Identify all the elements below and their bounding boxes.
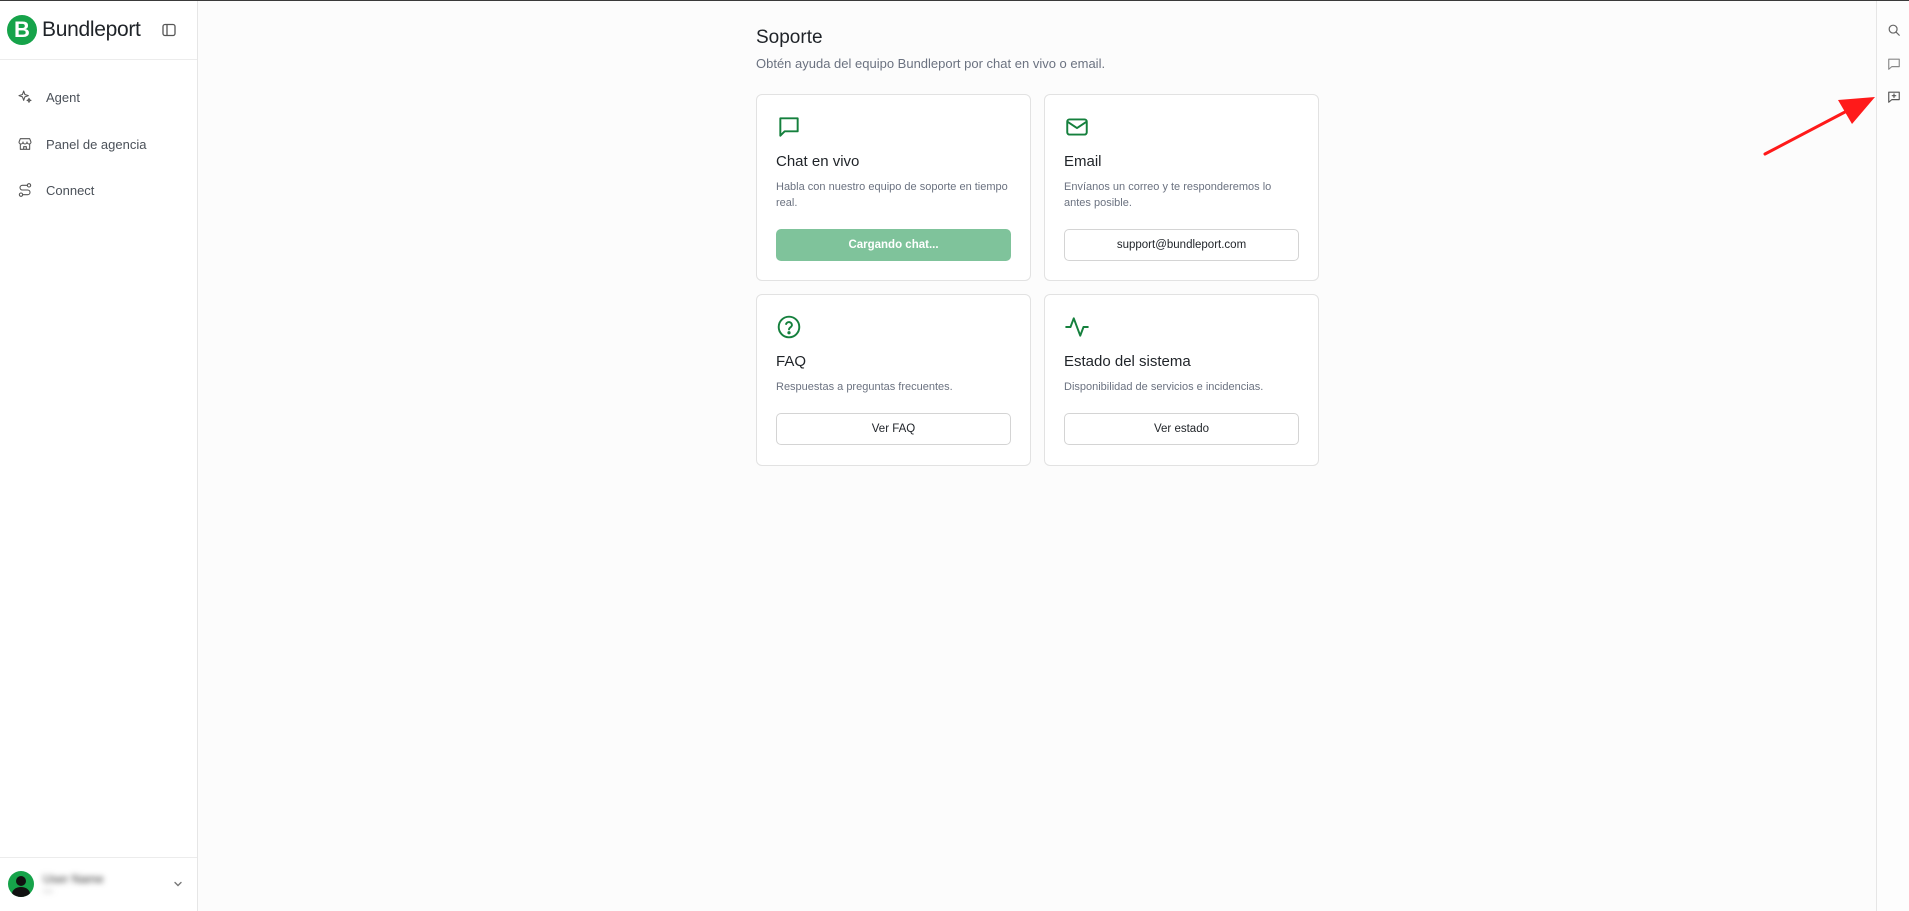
chevron-down-icon[interactable] [172,878,184,890]
sidebar-item-connect[interactable]: Connect [8,173,188,207]
card-system-status: Estado del sistema Disponibilidad de ser… [1044,294,1319,466]
card-email: Email Envíanos un correo y te respondere… [1044,94,1319,281]
sidebar-item-label: Connect [46,182,95,198]
page-subtitle: Obtén ayuda del equipo Bundleport por ch… [756,56,1106,71]
sidebar-item-label: Agent [46,89,80,105]
right-rail [1876,1,1909,911]
card-title: FAQ [776,353,807,370]
live-chat-button[interactable]: Cargando chat... [776,229,1011,261]
help-circle-icon [777,315,801,339]
store-icon [18,138,32,150]
email-support-button[interactable]: support@bundleport.com [1064,229,1299,261]
brand-name: Bundleport [42,18,141,41]
sidebar-divider [0,59,197,60]
route-icon [18,183,32,197]
sidebar: B Bundleport Agent Panel de agencia Conn… [0,1,198,911]
card-title: Estado del sistema [1064,353,1191,370]
card-description: Envíanos un correo y te responderemos lo… [1064,181,1272,209]
avatar [8,871,34,897]
chat-icon [779,117,799,137]
search-icon[interactable] [1887,23,1901,37]
activity-icon [1065,317,1089,337]
sidebar-item-agent[interactable]: Agent [8,80,188,114]
sidebar-item-panel-de-agencia[interactable]: Panel de agencia [8,127,188,161]
sidebar-toggle-icon[interactable] [161,22,177,38]
card-faq: FAQ Respuestas a preguntas frecuentes. V… [756,294,1031,466]
window-top-border [0,0,1909,1]
sidebar-divider [0,857,197,858]
card-title: Chat en vivo [776,153,860,170]
card-description: Disponibilidad de servicios e incidencia… [1064,381,1264,393]
brand-logo[interactable]: B Bundleport [7,15,141,45]
user-menu[interactable]: User Name — [8,869,190,899]
feedback-icon[interactable] [1887,90,1901,104]
user-subtitle: — [43,885,53,897]
card-title: Email [1064,153,1102,170]
user-name: User Name [43,871,104,886]
sparkles-icon [18,90,32,103]
user-info: User Name — [43,872,104,897]
card-description: Habla con nuestro equipo de soporte en t… [776,181,1008,209]
sidebar-item-label: Panel de agencia [46,136,147,152]
view-status-button[interactable]: Ver estado [1064,413,1299,445]
card-live-chat: Chat en vivo Habla con nuestro equipo de… [756,94,1031,281]
logo-mark: B [7,15,37,45]
annotation-arrow [1763,97,1875,156]
view-faq-button[interactable]: Ver FAQ [776,413,1011,445]
mail-icon [1066,118,1088,136]
page-title: Soporte [756,27,823,48]
card-description: Respuestas a preguntas frecuentes. [776,381,953,393]
message-icon[interactable] [1887,57,1901,71]
